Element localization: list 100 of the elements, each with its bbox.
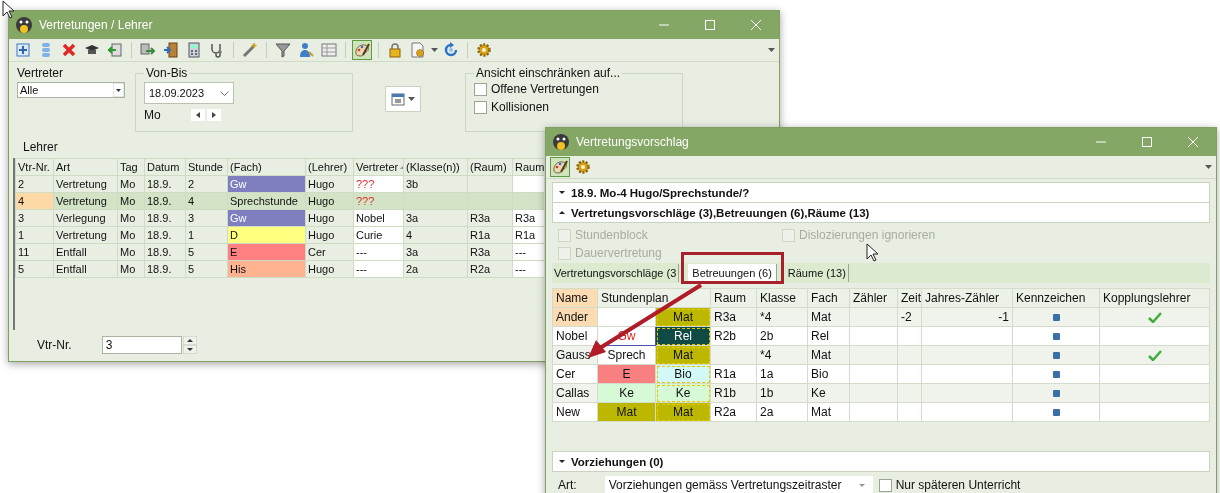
section-header[interactable]: Vorziehungen (0) xyxy=(552,451,1210,472)
table-cell: 2 xyxy=(185,175,228,193)
checkbox-label: Dislozierungen ignorieren xyxy=(799,228,936,242)
table-cell: 2 xyxy=(15,175,54,193)
spin-down-button[interactable] xyxy=(182,345,197,354)
table-cell: 4 xyxy=(403,226,468,244)
square-marker-icon xyxy=(1052,313,1060,321)
table-cell: Mo xyxy=(117,226,145,244)
palette-icon[interactable] xyxy=(550,157,570,177)
section-header[interactable]: Vertretungsvorschläge (3),Betreuungen (6),Räume (13) xyxy=(552,203,1210,223)
vertreter-dropdown[interactable]: Alle xyxy=(17,82,125,98)
gear-icon[interactable] xyxy=(474,40,494,60)
table-cell: 2a xyxy=(756,402,808,422)
app-icon xyxy=(15,16,33,34)
app-icon xyxy=(552,133,570,151)
column-header[interactable]: Vtr-Nr. xyxy=(15,158,54,176)
table-cell xyxy=(849,364,898,384)
column-header[interactable]: Art xyxy=(53,158,118,176)
table-cell: Hugo xyxy=(305,175,354,193)
column-header[interactable]: Kopplungslehrer xyxy=(1099,288,1210,308)
palette-icon[interactable] xyxy=(352,40,372,60)
cursor-icon xyxy=(866,243,879,262)
table-cell: Entfall xyxy=(53,260,118,278)
square-marker-icon xyxy=(1052,351,1060,359)
table-cell[interactable]: Cer xyxy=(552,364,598,384)
column-header[interactable]: Raum xyxy=(512,158,544,176)
column-header[interactable]: Stundenplan xyxy=(597,288,711,308)
table-cell: 5 xyxy=(15,260,54,278)
square-marker-icon xyxy=(1052,389,1060,397)
table-cell: 1a xyxy=(756,364,808,384)
tab[interactable]: Vertretungsvorschläge (3 xyxy=(552,264,680,282)
table-cell: Mo xyxy=(117,260,145,278)
section-header[interactable]: 18.9. Mo-4 Hugo/Sprechstunde/? xyxy=(552,182,1210,203)
check-icon xyxy=(1147,349,1162,361)
table-cell: Mat xyxy=(807,402,850,422)
column-header[interactable]: Stunde xyxy=(185,158,228,176)
column-header[interactable]: Raum xyxy=(710,288,757,308)
table-cell: 11 xyxy=(15,243,54,261)
square-marker-icon xyxy=(1052,370,1060,378)
maximize-icon[interactable] xyxy=(1142,137,1152,147)
column-header[interactable]: (Raum) xyxy=(467,158,513,176)
column-header[interactable]: Klasse xyxy=(756,288,808,308)
number-field[interactable]: 3 xyxy=(101,336,182,354)
spin-up-button[interactable] xyxy=(182,336,197,345)
checkbox[interactable] xyxy=(474,100,487,114)
next-day-button[interactable] xyxy=(206,109,221,121)
column-header[interactable]: Fach xyxy=(807,288,850,308)
column-header[interactable]: Datum xyxy=(144,158,186,176)
wand-icon[interactable] xyxy=(240,40,260,60)
table-cell: 1 xyxy=(185,226,228,244)
table-cell: Mo xyxy=(117,175,145,193)
checkbox[interactable] xyxy=(474,82,487,96)
table-cell: 3b xyxy=(403,175,468,193)
column-header[interactable]: (Klasse(n)) xyxy=(403,158,468,176)
table-cell: 3 xyxy=(15,209,54,227)
table-cell: Bio xyxy=(807,364,850,384)
table-cell: 18.9. xyxy=(144,226,186,244)
table-cell: Hugo xyxy=(305,226,354,244)
gear-icon[interactable] xyxy=(573,157,593,177)
caret-icon[interactable] xyxy=(1205,165,1212,169)
column-header[interactable]: Name xyxy=(552,288,598,308)
column-header[interactable]: Zeit xyxy=(897,288,922,308)
column-header[interactable]: Jahres-Zähler xyxy=(921,288,1013,308)
table-cell[interactable]: New xyxy=(552,402,598,422)
caret-icon[interactable] xyxy=(431,48,438,52)
close-icon[interactable] xyxy=(1188,137,1198,147)
column-header[interactable]: Zähler xyxy=(849,288,898,308)
table-cell xyxy=(849,326,898,346)
column-header[interactable]: (Fach) xyxy=(227,158,306,176)
column-header[interactable]: Vertreter xyxy=(353,158,404,176)
door-icon[interactable] xyxy=(161,40,181,60)
table-cell: 2a xyxy=(403,260,468,278)
close-icon[interactable] xyxy=(751,20,761,30)
caret-icon[interactable] xyxy=(768,48,775,52)
caret-icon xyxy=(858,483,865,487)
art-dropdown[interactable]: Vorziehungen gemäss Vertretungszeitraster xyxy=(604,476,873,493)
checkbox-label: Stundenblock xyxy=(575,228,648,242)
column-header[interactable]: Tag xyxy=(117,158,145,176)
table-cell: Vertretung xyxy=(53,175,118,193)
previous-day-button[interactable] xyxy=(190,109,205,121)
cursor-icon xyxy=(2,0,15,19)
caret-icon xyxy=(113,83,124,97)
column-header[interactable]: (Lehrer) xyxy=(305,158,354,176)
table-icon[interactable] xyxy=(319,40,339,60)
table-cell xyxy=(849,402,898,422)
date-field[interactable]: 18.09.2023 xyxy=(144,82,234,104)
maximize-icon[interactable] xyxy=(705,20,715,30)
checkbox-label: Kollisionen xyxy=(491,100,550,114)
calendar-button[interactable] xyxy=(385,86,421,112)
grid-add-icon[interactable] xyxy=(13,40,33,60)
table-cell: R3a xyxy=(467,243,513,261)
tab[interactable]: Räume (13) xyxy=(785,264,849,282)
group-label: Ansicht einschränken auf... xyxy=(475,66,622,80)
column-header[interactable]: Kennzeichen xyxy=(1012,288,1100,308)
table-cell: R2a xyxy=(710,402,757,422)
table-cell: Hugo xyxy=(305,260,354,278)
tab[interactable]: Betreuungen (6) xyxy=(688,264,777,282)
checkbox[interactable] xyxy=(878,478,892,492)
section-label: Lehrer xyxy=(22,139,58,156)
table-cell: 18.9. xyxy=(144,209,186,227)
